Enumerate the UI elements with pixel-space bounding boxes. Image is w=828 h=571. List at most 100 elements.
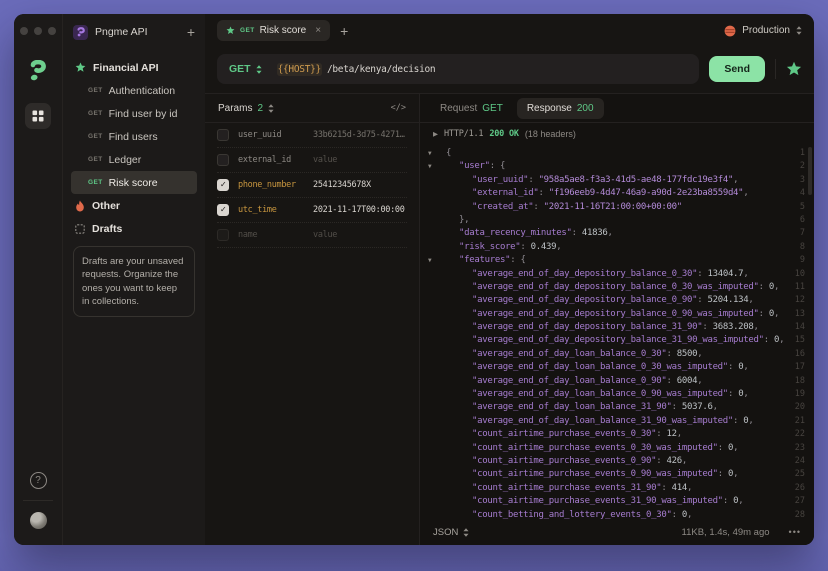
new-tab-button[interactable]: +: [340, 23, 348, 39]
favorite-star-icon[interactable]: [786, 61, 802, 77]
line-number: 20: [795, 401, 805, 414]
sidebar-request-ledger[interactable]: GETLedger: [71, 148, 197, 171]
drafts-label: Drafts: [92, 223, 122, 235]
param-name-input[interactable]: phone_number: [238, 180, 304, 190]
request-method-label: GET: [88, 156, 103, 163]
line-number: 22: [795, 428, 805, 441]
chevron-updown-icon[interactable]: [463, 528, 469, 537]
json-line-17: "average_end_of_day_loan_balance_0_30_wa…: [420, 361, 814, 374]
tab-bar: GET Risk score × + Production: [205, 14, 814, 47]
param-row-name[interactable]: name value: [217, 223, 407, 248]
response-body[interactable]: ▼{1▼"user": {2"user_uuid": "958a5ae8-f3a…: [420, 144, 814, 519]
line-number: 14: [795, 321, 805, 334]
method-dropdown-icon[interactable]: [256, 65, 262, 74]
param-checkbox[interactable]: [217, 229, 229, 241]
sidebar-request-find-users[interactable]: GETFind users: [71, 125, 197, 148]
json-line-15: "average_end_of_day_depository_balance_3…: [420, 334, 814, 347]
line-number: 24: [795, 455, 805, 468]
status-ok-label: 200 OK: [489, 129, 519, 139]
tab-request[interactable]: Request GET: [430, 98, 513, 119]
request-tab-label: Request: [440, 103, 477, 114]
line-number: 1: [800, 147, 805, 160]
json-line-21: "average_end_of_day_loan_balance_31_90_w…: [420, 415, 814, 428]
rail-divider: [23, 500, 53, 501]
json-line-24: "count_airtime_purchase_events_0_90": 42…: [420, 455, 814, 468]
request-label: Find users: [109, 131, 158, 143]
sidebar-request-authentication[interactable]: GETAuthentication: [71, 79, 197, 102]
param-value-input[interactable]: 2021-11-17T00:00:00: [313, 205, 407, 215]
more-options-icon[interactable]: •••: [789, 527, 801, 537]
param-value-input[interactable]: 33b6215d-3d75-4271…: [313, 130, 407, 140]
sidebar-folder-financial-api[interactable]: Financial API: [71, 56, 197, 79]
request-label: Risk score: [109, 177, 158, 189]
collapse-arrow-icon[interactable]: ▼: [428, 147, 431, 160]
param-name-input[interactable]: external_id: [238, 155, 304, 165]
add-request-button[interactable]: +: [187, 25, 195, 39]
close-tab-icon[interactable]: ×: [315, 25, 321, 36]
json-line-11: "average_end_of_day_depository_balance_0…: [420, 281, 814, 294]
param-checkbox[interactable]: ✓: [217, 179, 229, 191]
param-row-user_uuid[interactable]: user_uuid 33b6215d-3d75-4271…: [217, 123, 407, 148]
scrollbar-thumb[interactable]: [808, 147, 812, 195]
sidebar-request-risk-score[interactable]: GETRisk score: [71, 171, 197, 194]
tab-risk-score[interactable]: GET Risk score ×: [217, 20, 330, 41]
request-list: Financial API GETAuthenticationGETFind u…: [63, 50, 205, 323]
response-format-select[interactable]: JSON: [433, 527, 458, 538]
json-line-6: },6: [420, 214, 814, 227]
line-number: 10: [795, 268, 805, 281]
response-status-line[interactable]: ▶ HTTP/1.1 200 OK (18 headers): [420, 123, 814, 144]
line-number: 21: [795, 415, 805, 428]
workspace-title: Pngme API: [95, 26, 180, 38]
param-name-input[interactable]: name: [238, 230, 304, 240]
tab-response[interactable]: Response 200: [517, 98, 604, 119]
json-line-14: "average_end_of_day_depository_balance_3…: [420, 321, 814, 334]
param-value-input[interactable]: 25412345678X: [313, 180, 407, 190]
apps-grid-button[interactable]: [25, 103, 51, 129]
chevron-updown-icon[interactable]: [268, 104, 274, 113]
method-select[interactable]: GET: [229, 63, 251, 75]
window-close-button[interactable]: [20, 27, 28, 35]
environment-name: Production: [742, 25, 790, 36]
collapse-arrow-icon[interactable]: ▶: [433, 130, 438, 138]
params-count-badge: 2: [257, 103, 263, 114]
param-value-input[interactable]: value: [313, 155, 407, 165]
help-button[interactable]: ?: [30, 472, 47, 489]
workspace-header[interactable]: Pngme API +: [63, 14, 205, 50]
json-line-4: "external_id": "f196eeb9-4d47-46a9-a90d-…: [420, 187, 814, 200]
json-line-19: "average_end_of_day_loan_balance_0_90_wa…: [420, 388, 814, 401]
window-zoom-button[interactable]: [48, 27, 56, 35]
param-row-phone_number[interactable]: ✓ phone_number 25412345678X: [217, 173, 407, 198]
host-template-variable[interactable]: {{HOST}}: [277, 63, 322, 76]
params-title: Params: [218, 103, 252, 114]
param-name-input[interactable]: utc_time: [238, 205, 304, 215]
sidebar: Pngme API + Financial API GETAuthenticat…: [62, 14, 205, 545]
param-value-input[interactable]: value: [313, 230, 407, 240]
param-checkbox[interactable]: [217, 129, 229, 141]
send-button[interactable]: Send: [709, 56, 765, 82]
line-number: 27: [795, 495, 805, 508]
collapse-arrow-icon[interactable]: ▼: [428, 254, 431, 267]
line-number: 2: [800, 160, 805, 173]
param-name-input[interactable]: user_uuid: [238, 130, 304, 140]
params-header[interactable]: Params 2 </>: [205, 94, 419, 123]
window-minimize-button[interactable]: [34, 27, 42, 35]
line-number: 23: [795, 442, 805, 455]
url-path[interactable]: /beta/kenya/decision: [327, 64, 435, 75]
sidebar-item-drafts[interactable]: Drafts: [71, 217, 197, 240]
collapse-arrow-icon[interactable]: ▼: [428, 160, 431, 173]
param-row-utc_time[interactable]: ✓ utc_time 2021-11-17T00:00:00: [217, 198, 407, 223]
json-line-25: "count_airtime_purchase_events_0_90_was_…: [420, 468, 814, 481]
app-window: ? Pngme API + Financial API GETAuthentic…: [14, 14, 814, 545]
url-bar[interactable]: GET {{HOST}} /beta/kenya/decision: [217, 54, 699, 84]
environment-selector[interactable]: Production: [724, 25, 802, 37]
code-view-icon[interactable]: </>: [391, 103, 406, 113]
param-checkbox[interactable]: ✓: [217, 204, 229, 216]
chevron-updown-icon: [796, 26, 802, 35]
user-avatar[interactable]: [30, 512, 47, 529]
sidebar-folder-other[interactable]: Other: [71, 194, 197, 217]
json-line-18: "average_end_of_day_loan_balance_0_90": …: [420, 375, 814, 388]
param-checkbox[interactable]: [217, 154, 229, 166]
sidebar-request-find-user-by-id[interactable]: GETFind user by id: [71, 102, 197, 125]
param-row-external_id[interactable]: external_id value: [217, 148, 407, 173]
folder-label: Other: [92, 200, 120, 212]
